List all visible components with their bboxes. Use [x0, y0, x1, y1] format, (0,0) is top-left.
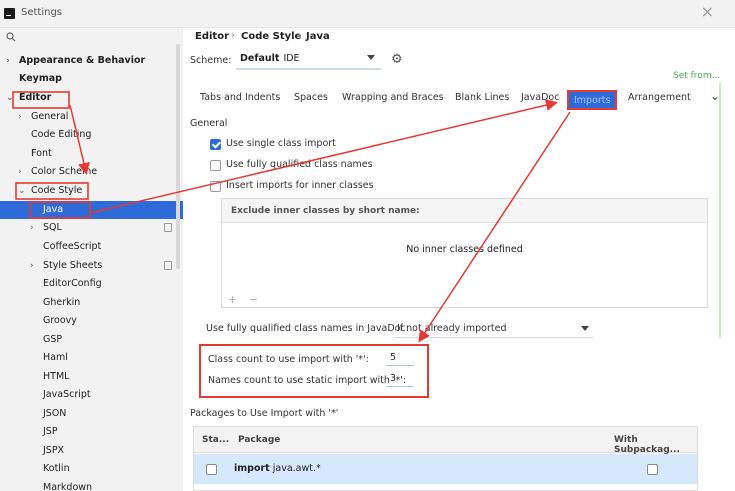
static-count-input[interactable]: 3: [386, 371, 414, 387]
javadoc-fq-dropdown[interactable]: If not already imported: [393, 318, 593, 338]
chevron-right-icon[interactable]: ›: [18, 163, 28, 181]
column-header-static[interactable]: Sta...: [202, 435, 229, 445]
sidebar-item-label: Style Sheets: [43, 260, 103, 271]
sidebar-item-label: Haml: [43, 352, 68, 363]
column-header-package[interactable]: Package: [238, 435, 280, 445]
class-count-label: Class count to use import with '*':: [208, 354, 369, 365]
scheme-value: Default: [240, 53, 280, 64]
chevron-right-icon[interactable]: ›: [18, 108, 28, 126]
breadcrumb-editor[interactable]: Editor: [195, 31, 229, 42]
javadoc-fq-label: Use fully qualified class names in JavaD…: [206, 323, 409, 334]
scheme-label: Scheme:: [190, 55, 232, 66]
breadcrumb-java: Java: [306, 31, 330, 42]
breadcrumb-separator: ›: [231, 30, 235, 41]
sidebar-item-label: JSPX: [43, 445, 65, 456]
with-subpackages-checkbox[interactable]: [647, 464, 658, 475]
tab-javadoc[interactable]: JavaDoc: [521, 92, 559, 103]
checkbox[interactable]: [210, 160, 221, 171]
tab-imports[interactable]: Imports: [567, 90, 618, 110]
static-checkbox[interactable]: [206, 464, 217, 475]
tab-bar: Tabs and Indents Spaces Wrapping and Bra…: [190, 89, 735, 111]
sidebar-item-label: JavaScript: [43, 389, 91, 400]
sidebar-item-label: Keymap: [19, 73, 62, 84]
class-count-input[interactable]: 5: [386, 350, 414, 366]
package-name: java.awt.*: [272, 463, 321, 474]
sidebar-item-label: Color Scheme: [31, 166, 98, 177]
exclude-inner-classes-table: Exclude inner classes by short name: No …: [221, 198, 708, 308]
sidebar-item-label: Font: [31, 148, 52, 159]
sidebar-item-label: Gherkin: [43, 297, 81, 308]
chevron-down-icon[interactable]: ⌄: [18, 182, 28, 200]
chevron-right-icon[interactable]: ›: [30, 219, 40, 237]
sidebar-item-label: General: [31, 111, 69, 122]
table-row[interactable]: import java.awt.*: [194, 454, 697, 484]
chevron-down-icon: [367, 55, 375, 60]
scheme-dropdown[interactable]: Default IDE: [236, 50, 381, 70]
gear-icon[interactable]: ⚙: [391, 52, 403, 67]
chevron-down-icon[interactable]: ⌄: [6, 89, 16, 107]
tab-blank-lines[interactable]: Blank Lines: [455, 92, 509, 103]
sidebar-item-label: Editor: [19, 92, 52, 103]
import-keyword: import: [234, 463, 270, 474]
sidebar-item-label: Code Editing: [31, 129, 92, 140]
add-icon[interactable]: +: [228, 293, 237, 306]
chevron-right-icon[interactable]: ›: [30, 257, 40, 275]
tab-arrangement[interactable]: Arrangement: [628, 92, 691, 103]
project-scheme-icon: [164, 261, 172, 270]
javadoc-fq-value: If not already imported: [397, 323, 507, 334]
sidebar-item-label: HTML: [43, 371, 70, 382]
sidebar-item-label: Appearance & Behavior: [19, 55, 146, 66]
sidebar-item-label: EditorConfig: [43, 278, 102, 289]
tab-tabs-and-indents[interactable]: Tabs and Indents: [200, 92, 280, 103]
empty-state-text: No inner classes defined: [406, 244, 523, 255]
option-label: Use single class import: [226, 138, 336, 149]
sidebar-item-label: Code Style: [31, 185, 83, 196]
general-section-title: General: [190, 118, 228, 129]
option-label: Insert imports for inner classes: [226, 180, 374, 191]
packages-section-title: Packages to Use Import with '*': [190, 408, 339, 419]
chevron-right-icon[interactable]: ›: [6, 52, 16, 70]
sidebar-item-label: GSP: [43, 334, 63, 345]
search-icon[interactable]: [6, 32, 16, 42]
sidebar-item-label: SQL: [43, 222, 62, 233]
remove-icon[interactable]: −: [249, 293, 258, 306]
settings-sidebar: › Appearance & Behavior Keymap ⌄ Editor › Gene…: [0, 28, 183, 491]
sidebar-item-label: CoffeeScript: [43, 241, 102, 252]
project-scheme-icon: [164, 223, 172, 232]
scroll-gutter: [719, 83, 721, 338]
intellij-app-icon: [4, 8, 15, 19]
code-style-java-panel: Editor › Code Style › Java Scheme: Defau…: [183, 28, 735, 491]
checkbox[interactable]: [210, 181, 221, 192]
sidebar-item-java[interactable]: Java: [0, 201, 183, 219]
tab-spaces[interactable]: Spaces: [294, 92, 328, 103]
breadcrumb-separator: ›: [297, 30, 301, 41]
window-title: Settings: [21, 7, 63, 18]
breadcrumb-code-style[interactable]: Code Style: [241, 31, 301, 42]
sidebar-item-label: Kotlin: [43, 463, 70, 474]
sidebar-item-label: Markdown: [43, 482, 93, 491]
sidebar-item-label: JSP: [43, 426, 58, 437]
sidebar-scrollbar[interactable]: [176, 44, 180, 269]
table-toolbar: + −: [228, 293, 258, 306]
title-bar: Settings ×: [0, 0, 735, 28]
static-count-label: Names count to use static import with '*…: [208, 375, 407, 386]
set-from-link[interactable]: Set from...: [673, 71, 720, 81]
sidebar-item-label: JSON: [43, 408, 67, 419]
option-label: Use fully qualified class names: [226, 159, 373, 170]
packages-table: Sta... Package With Subpackag... import …: [193, 426, 698, 491]
close-icon[interactable]: ×: [701, 4, 714, 20]
packages-table-header: Sta... Package With Subpackag...: [194, 427, 697, 455]
sidebar-item-label: Groovy: [43, 315, 77, 326]
checkbox[interactable]: [210, 139, 221, 150]
scheme-sub: IDE: [283, 53, 300, 64]
tab-wrapping-and-braces[interactable]: Wrapping and Braces: [342, 92, 444, 103]
exclude-table-header: Exclude inner classes by short name:: [222, 199, 707, 223]
sidebar-item-label: Java: [43, 204, 64, 215]
column-header-with-subpackages[interactable]: With Subpackag...: [614, 435, 697, 455]
chevron-down-icon: [581, 326, 589, 331]
